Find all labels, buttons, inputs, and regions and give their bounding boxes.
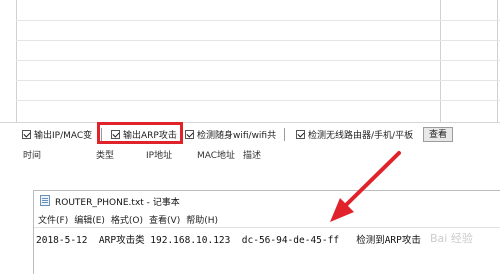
- arrow-annotation: [330, 151, 401, 222]
- arrow-shaft: [344, 151, 401, 207]
- watermark-text: Bai 经验: [430, 232, 473, 245]
